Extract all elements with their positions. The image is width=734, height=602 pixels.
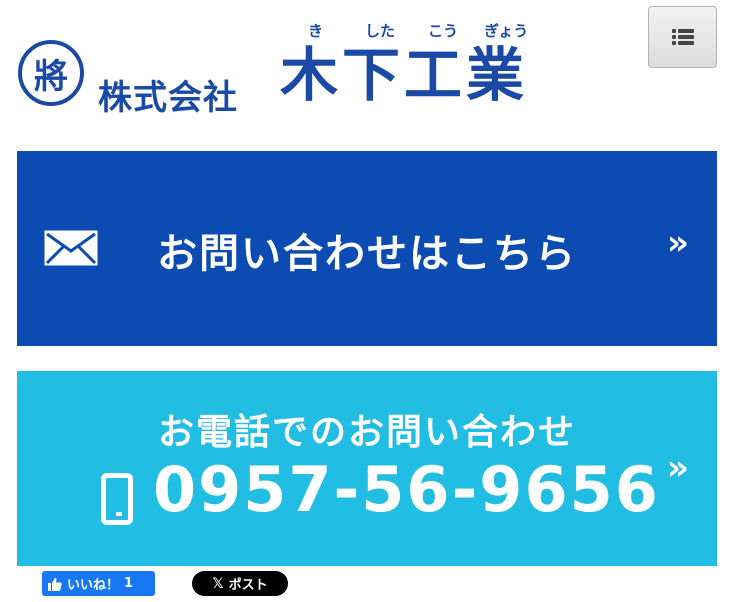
phone-banner-title: お電話でのお問い合わせ [157,412,576,453]
like-count: 1 [124,576,134,591]
like-label: いいね！ [67,578,120,593]
post-label: ポスト [228,578,268,593]
company-name: 木下工業 [280,41,529,109]
facebook-like-button[interactable]: いいね！ 1 [42,571,155,596]
contact-phone-banner[interactable]: お電話でのお問い合わせ 0957-56-9656 » [17,371,717,566]
ruby-ki: き [308,22,324,40]
contact-mail-banner[interactable]: お問い合わせはこちら » [17,151,717,346]
thumbs-up-icon [48,577,62,591]
envelope-icon [44,230,98,266]
list-icon [671,29,694,45]
company-prefix: 株式会社 [98,78,238,118]
logo-mark: 將 [18,40,84,106]
phone-number: 0957-56-9656 [153,453,660,526]
chevron-right-icon: » [667,223,689,263]
ruby-shita: した [365,22,396,40]
smartphone-icon [101,473,133,525]
x-post-button[interactable]: 𝕏 ポスト [192,571,288,596]
mail-banner-label: お問い合わせはこちら [157,231,577,277]
x-logo-icon: 𝕏 [212,575,224,592]
ruby-kou: こう [428,22,459,40]
chevron-right-icon: » [667,448,689,488]
menu-button[interactable] [648,6,717,68]
company-logo[interactable]: 將 株式会社 き した こう ぎょう 木下工業 [18,20,538,118]
ruby-gyou: ぎょう [484,22,529,40]
